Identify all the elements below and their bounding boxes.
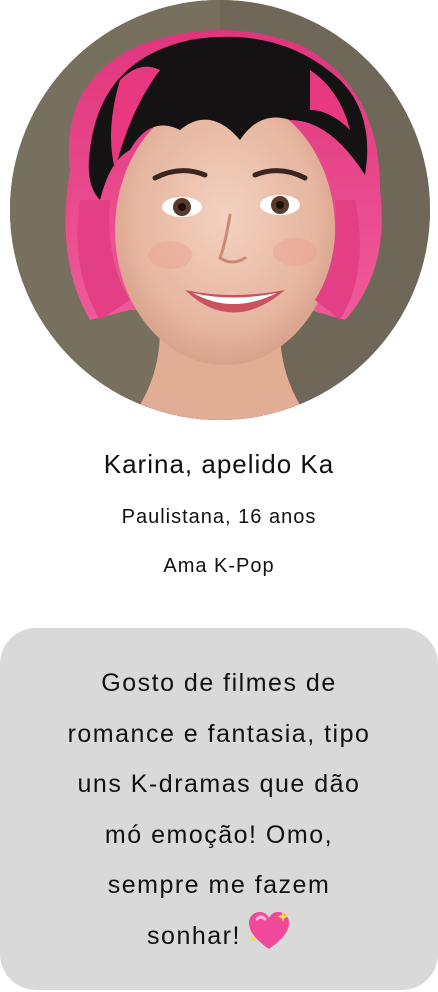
bio-line: uns K-dramas que dão (77, 770, 361, 798)
profile-origin: Paulistana, 16 anos (121, 506, 317, 528)
avatar-portrait (10, 0, 430, 420)
bio-bubble: Gosto de filmes de romance e fantasia, t… (0, 628, 438, 990)
bio-line: romance e fantasia, tipo (67, 719, 371, 748)
profile-name: Karina, apelido Ka (103, 449, 335, 479)
bio-line: mó emoção! Omo, (104, 820, 334, 849)
bio-line-last: sonhar! (18, 909, 420, 962)
bio-line: sonhar! (147, 921, 241, 950)
bio-line: Gosto de filmes de (101, 669, 337, 697)
sparkling-heart-icon (247, 909, 291, 953)
profile-card: Karina, apelido Ka Paulistana, 16 anos A… (0, 0, 438, 992)
avatar (10, 0, 430, 420)
bio-line: sempre me fazem (107, 871, 331, 899)
profile-likes: Ama K-Pop (163, 555, 275, 577)
bio-text: Gosto de filmes de romance e fantasia, t… (18, 658, 420, 961)
